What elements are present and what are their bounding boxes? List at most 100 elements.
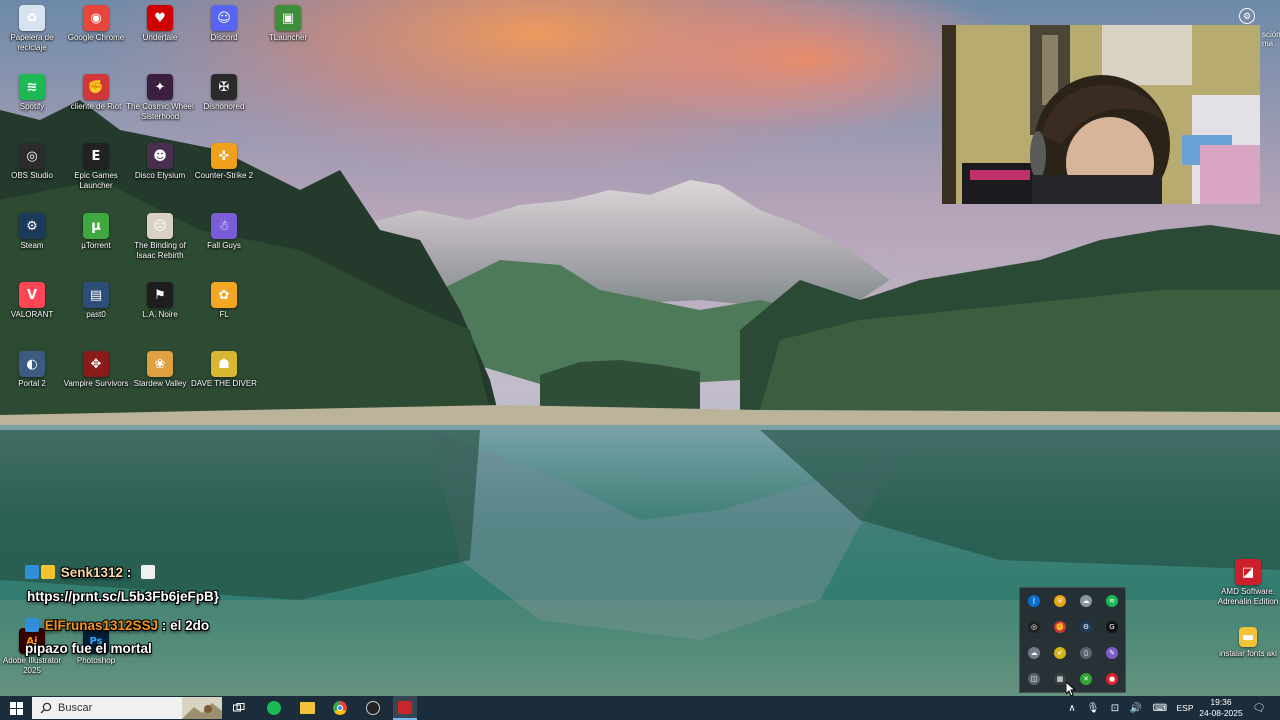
desktop-icon-undertale-heart[interactable]: ♥ Undertale [128,1,192,67]
g-hub-icon[interactable]: G [1106,621,1118,633]
spotify-icon[interactable]: ≋ [1106,595,1118,607]
desktop-icon-recycle-bin[interactable]: ♻ Papelera de reciclaje [0,1,64,67]
desktop-icon-isaac[interactable]: ☹ The Binding of Isaac Rebirth [128,209,192,275]
desktop-icon-counter-strike[interactable]: ✜ Counter-Strike 2 [192,139,256,205]
desktop-icon-tlauncher-block[interactable]: ▣ TLauncher [256,1,320,67]
desktop-icon-epic-games[interactable]: E Epic Games Launcher [64,139,128,205]
chat-separator: : [161,618,167,633]
desktop-icon-fl-studio[interactable]: ✿ FL [192,278,256,344]
discord-icon: ☺ [211,5,237,31]
search-highlight-image-icon [182,697,222,719]
epic-games-icon: E [83,143,109,169]
portal2-icon: ◐ [19,351,45,377]
desktop-icon-folder[interactable]: ▤ past0 [64,278,128,344]
desktop-icon-fall-guys[interactable]: ☃ Fall Guys [192,209,256,275]
cloud-sync-icon[interactable]: ☁ [1028,647,1040,659]
language-indicator[interactable]: ESP [1174,696,1196,720]
microphone-icon[interactable]: 🎙 [1085,696,1101,720]
taskbar-app-file-explorer[interactable] [295,696,319,720]
chrome-icon [333,701,347,715]
taskbar-clock[interactable]: 19:36 24-08-2025 [1196,696,1246,720]
obs-icon: ◎ [19,143,45,169]
clock-date: 24-08-2025 [1199,708,1243,718]
desktop-icon-disco-elysium[interactable]: ☻ Disco Elysium [128,139,192,205]
desktop-icon-obs[interactable]: ◎ OBS Studio [0,139,64,205]
desktop-icon-label: TLauncher [268,33,308,42]
security-shield-icon[interactable]: ⛨ [1054,595,1066,607]
desktop-icon-fonts-folder[interactable]: ▬ instalar fonts aki [1216,623,1280,689]
desktop-icon-dave-the-diver[interactable]: ☗ DAVE THE DIVER [191,347,257,413]
desktop-icon-la-noire[interactable]: ⚑ L.A. Noire [128,278,192,344]
clock-time: 19:36 [1210,697,1232,707]
taskbar-app-spotify[interactable] [262,696,286,720]
obs-icon[interactable]: ◎ [1028,621,1040,633]
desktop-icon-dishonored[interactable]: ✠ Dishonored [192,70,256,136]
desktop-icon-label: AMD Software: Adrenalin Edition [1217,587,1279,606]
taskbar-app-obs[interactable] [361,696,385,720]
desktop-icon-label: cliente de Riot [70,102,122,111]
desktop-icon-steam[interactable]: ⚙ Steam [0,209,64,275]
riot-icon[interactable]: ✊ [1054,621,1066,633]
steam-icon[interactable]: ⚙ [1080,621,1092,633]
red-app-icon[interactable]: ● [1106,673,1118,685]
chat-username: ElFrunas1312SSJ [44,618,159,633]
spotify-icon: ≋ [19,74,45,100]
usb-drive-icon[interactable]: ▯ [1080,647,1092,659]
desktop-icon-label: The Cosmic Wheel Sisterhood [126,102,194,121]
vampire-survivors-icon: ✥ [83,351,109,377]
desktop-icon-stardew-valley[interactable]: ❀ Stardew Valley [128,347,192,413]
desktop-icon-label: Papelera de reciclaje [10,33,54,52]
desktop-icon-discord[interactable]: ☺ Discord [192,1,256,67]
desktop-icon-cosmic-wheel[interactable]: ✦ The Cosmic Wheel Sisterhood [126,70,194,136]
fl-studio-icon: ✿ [211,282,237,308]
keyboard-icon[interactable]: ⌨ [1151,696,1169,720]
task-view-button[interactable] [227,696,251,720]
desktop-icon-amd[interactable]: ◪ AMD Software: Adrenalin Edition [1216,555,1280,621]
desktop-icon-chrome[interactable]: ◉ Google Chrome [64,1,128,67]
desktop-icon-portal2[interactable]: ◐ Portal 2 [0,347,64,413]
desktop-icon-label: VALORANT [10,310,54,319]
mouse-cursor-icon [1066,682,1076,697]
tray-overflow-flyout: ᛒ ⛨ ☁ ≋ ◎ ✊ ⚙ G ☁ ✔ ▯ ✎ ◫ ▦ ✕ ● [1019,587,1126,693]
onedrive-cloud-icon[interactable]: ☁ [1080,595,1092,607]
desktop-icon-illustrator[interactable]: Ai Adobe Illustrator 2025 [0,624,64,690]
pen-tool-icon[interactable]: ✎ [1106,647,1118,659]
windows-logo-icon [9,701,23,715]
notification-center-button[interactable]: 🗨 [1250,696,1268,720]
search-input[interactable] [58,702,178,714]
chat-message-1-header: Senk1312 : [25,565,157,580]
qr-app-icon[interactable]: ▦ [1054,673,1066,685]
desktop-icon-label: Stardew Valley [133,379,187,388]
chat-username: Senk1312 [60,565,124,580]
counter-strike-icon: ✜ [211,143,237,169]
disco-elysium-icon: ☻ [147,143,173,169]
xbox-icon[interactable]: ✕ [1080,673,1092,685]
desktop-icon-label: µTorrent [81,241,111,250]
taskbar-app-active-game[interactable] [393,696,417,720]
show-hidden-icons-button[interactable]: ∧ [1064,696,1080,720]
desktop-icon-valorant[interactable]: V VALORANT [0,278,64,344]
desktop-icon-photoshop[interactable]: Ps Photoshop [64,624,128,690]
taskbar-app-chrome[interactable] [328,696,352,720]
desktop-icon-label: Dishonored [203,102,245,111]
desktop-icon-label: Discord [210,33,238,42]
desktop-icon-spotify[interactable]: ≋ Spotify [0,70,64,136]
desktop-icon-label: Spotify [19,102,45,111]
edge-settings-icon[interactable]: ⚙ [1239,8,1255,24]
bluetooth-icon[interactable]: ᛒ [1028,595,1040,607]
recycle-bin-icon: ♻ [19,5,45,31]
desktop-icon-label: Photoshop [76,656,116,665]
norton-icon[interactable]: ✔ [1054,647,1066,659]
chat-separator: : [126,565,132,580]
desktop-icon-riot-client[interactable]: ✊ cliente de Riot [64,70,128,136]
desktop-icon-utorrent[interactable]: µ µTorrent [64,209,128,275]
desktop-icon-vampire-survivors[interactable]: ✥ Vampire Survivors [64,347,128,413]
volume-icon[interactable]: 🔊 [1128,696,1144,720]
camera-app-icon[interactable]: ◫ [1028,673,1040,685]
start-button[interactable] [0,696,32,720]
network-icon[interactable]: ⊡ [1107,696,1123,720]
amd-icon: ◪ [1235,559,1261,585]
taskbar-search-box[interactable] [32,697,222,719]
desktop-icon-label: Adobe Illustrator 2025 [2,656,62,675]
utorrent-icon: µ [83,213,109,239]
